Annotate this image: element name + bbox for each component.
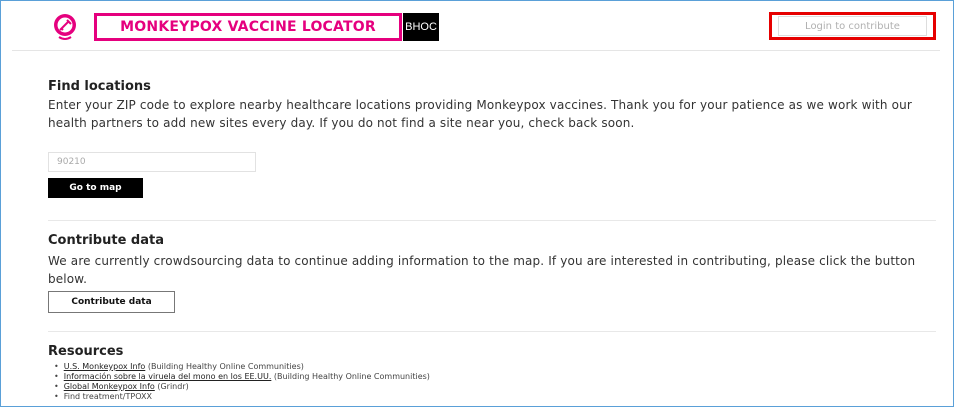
find-locations-description: Enter your ZIP code to explore nearby he… <box>48 98 912 130</box>
resource-link[interactable]: Información sobre la viruela del mono en… <box>64 372 272 381</box>
contribute-data-heading: Contribute data <box>48 233 164 248</box>
login-button-label: Login to contribute <box>778 16 927 36</box>
list-item: Información sobre la viruela del mono en… <box>54 372 430 382</box>
resources-heading: Resources <box>48 344 124 359</box>
site-title-text: MONKEYPOX VACCINE LOCATOR <box>120 19 376 35</box>
resource-source: (Building Healthy Online Communities) <box>271 372 430 381</box>
resource-link[interactable]: Global Monkeypox Info <box>64 382 155 391</box>
zip-code-input[interactable] <box>48 152 256 172</box>
list-item: U.S. Monkeypox Info (Building Healthy On… <box>54 362 430 372</box>
section-divider <box>48 220 936 221</box>
site-header: MONKEYPOX VACCINE LOCATOR BHOC Login to … <box>12 10 940 44</box>
find-locations-heading: Find locations <box>48 79 151 94</box>
contribute-data-button[interactable]: Contribute data <box>48 291 175 313</box>
section-divider <box>48 331 936 332</box>
contribute-data-description: We are currently crowdsourcing data to c… <box>48 254 916 286</box>
bhoc-badge[interactable]: BHOC <box>403 13 439 41</box>
list-item: Global Monkeypox Info (Grindr) <box>54 382 430 392</box>
resource-link[interactable]: U.S. Monkeypox Info <box>64 362 146 371</box>
resource-source: (Building Healthy Online Communities) <box>145 362 304 371</box>
resource-source: (Grindr) <box>154 382 189 391</box>
list-item: Find treatment/TPOXX <box>54 392 430 402</box>
resources-list: U.S. Monkeypox Info (Building Healthy On… <box>54 362 430 402</box>
resource-text[interactable]: Find treatment/TPOXX <box>64 392 152 401</box>
site-title[interactable]: MONKEYPOX VACCINE LOCATOR <box>94 13 402 41</box>
page-frame <box>0 0 954 407</box>
go-to-map-button[interactable]: Go to map <box>48 178 143 198</box>
header-divider <box>12 50 940 51</box>
login-to-contribute-button[interactable]: Login to contribute <box>769 12 936 40</box>
syringe-logo-icon[interactable] <box>50 12 80 42</box>
